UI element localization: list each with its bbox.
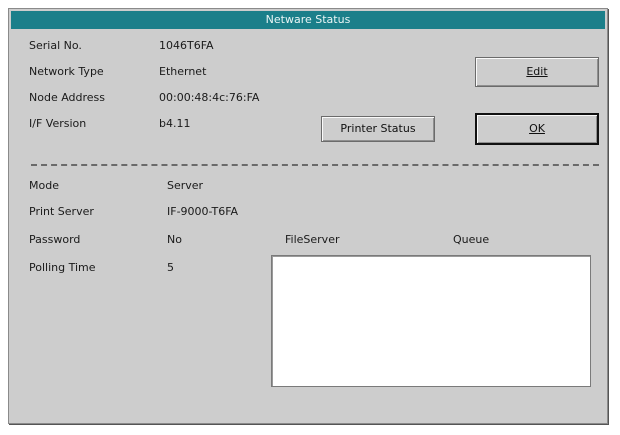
fileserver-column-header: FileServer (285, 233, 340, 246)
ok-button[interactable]: OK (475, 113, 599, 145)
password-value: No (167, 233, 182, 246)
password-label: Password (29, 233, 81, 246)
mode-label: Mode (29, 179, 59, 192)
edit-button-label: Edit (526, 65, 548, 78)
polling-time-label: Polling Time (29, 261, 96, 274)
printer-status-button[interactable]: Printer Status (321, 116, 435, 142)
fileserver-queue-list[interactable] (271, 255, 591, 387)
printer-status-button-label: Printer Status (340, 122, 416, 135)
print-server-label: Print Server (29, 205, 94, 218)
node-address-value: 00:00:48:4c:76:FA (159, 91, 260, 104)
if-version-value: b4.11 (159, 117, 191, 130)
network-type-label: Network Type (29, 65, 104, 78)
node-address-label: Node Address (29, 91, 106, 104)
network-type-value: Ethernet (159, 65, 207, 78)
polling-time-value: 5 (167, 261, 174, 274)
section-divider (31, 164, 599, 166)
print-server-value: IF-9000-T6FA (167, 205, 239, 218)
netware-status-dialog: Netware Status Serial No. 1046T6FA Netwo… (8, 8, 608, 424)
if-version-label: I/F Version (29, 117, 87, 130)
queue-column-header: Queue (453, 233, 490, 246)
mode-value: Server (167, 179, 204, 192)
serial-number-label: Serial No. (29, 39, 82, 52)
edit-button[interactable]: Edit (475, 57, 599, 87)
ok-button-label: OK (529, 122, 545, 135)
dialog-title: Netware Status (11, 11, 605, 29)
serial-number-value: 1046T6FA (159, 39, 214, 52)
